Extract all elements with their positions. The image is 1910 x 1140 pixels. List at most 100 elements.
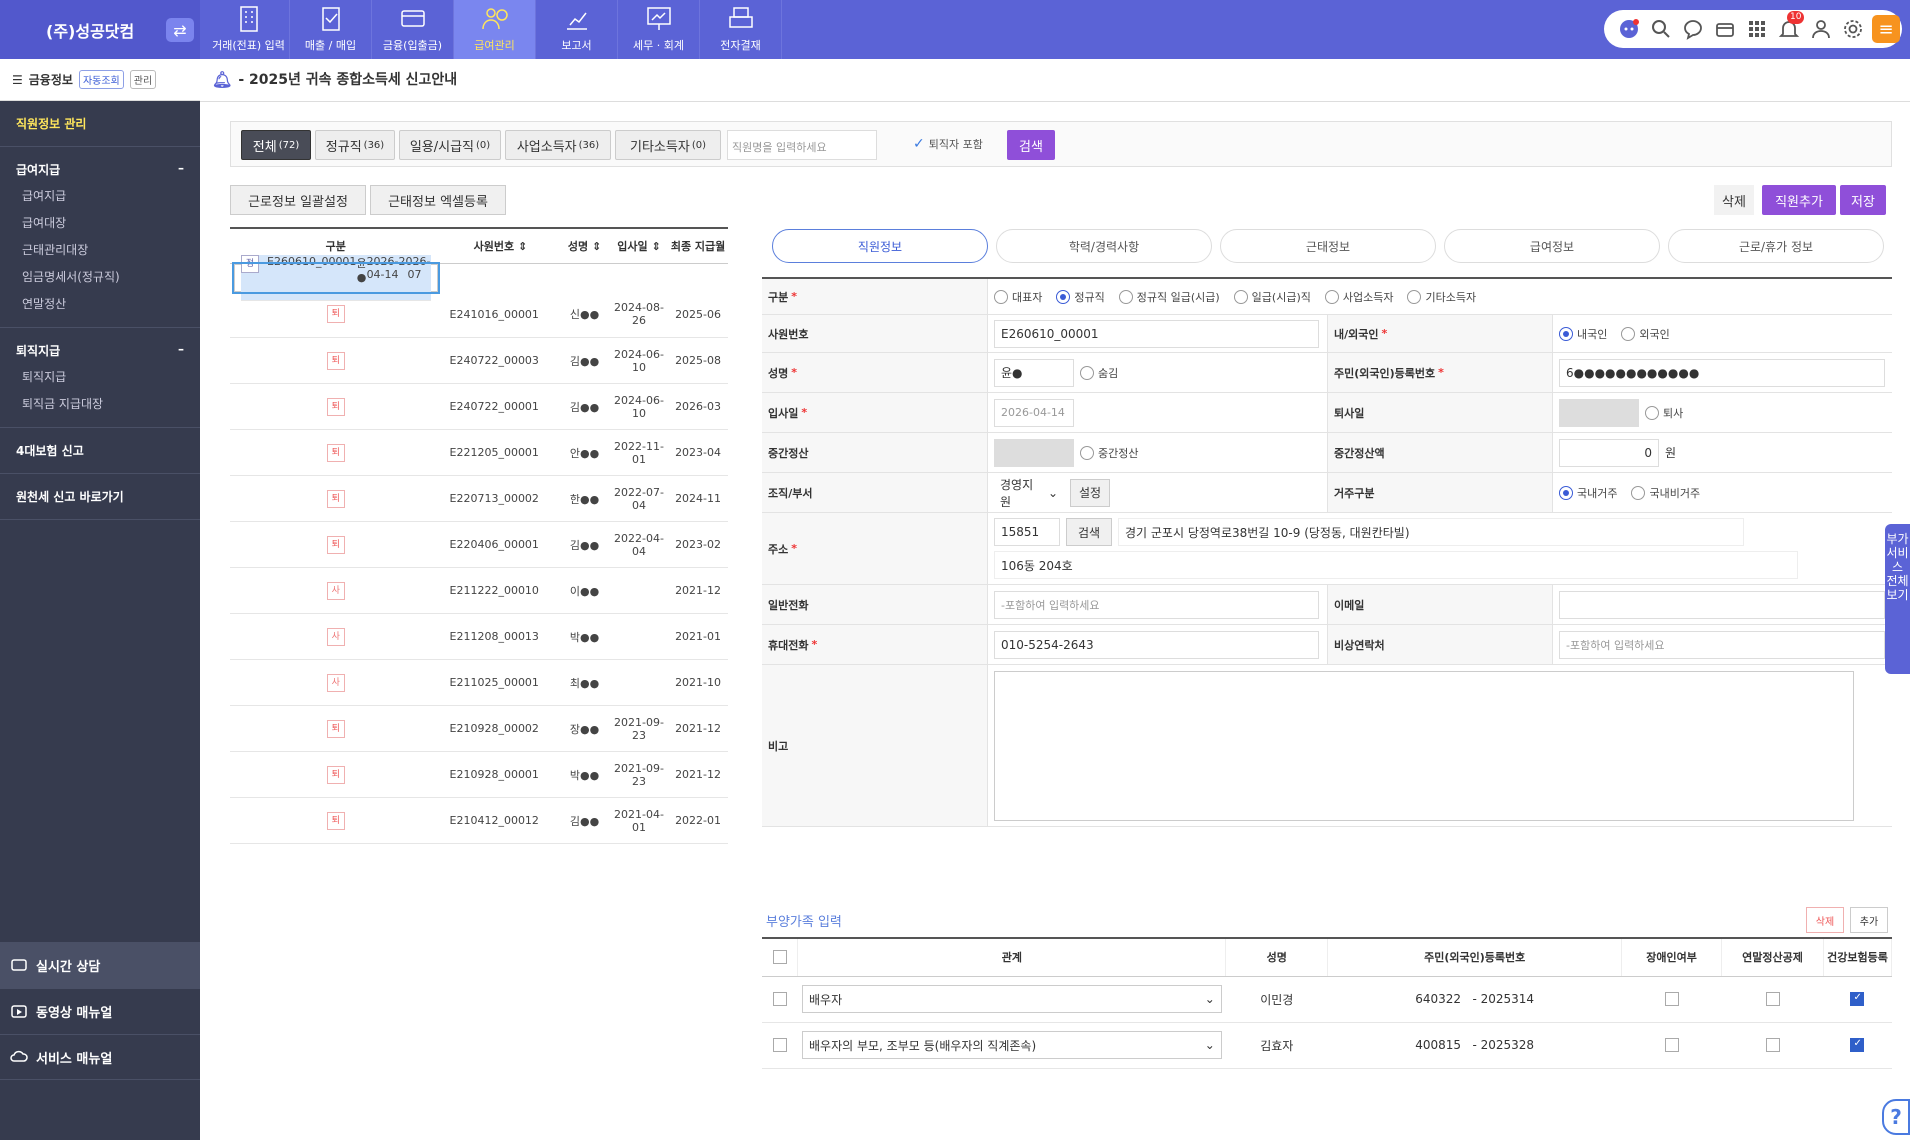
disabled-checkbox[interactable] xyxy=(1664,992,1679,1007)
health-insurance-checkbox[interactable] xyxy=(1850,1038,1865,1053)
sidebar-item[interactable]: 급여대장 xyxy=(0,209,200,236)
sidebar-section-title[interactable]: 급여지급 – xyxy=(0,157,200,182)
email-field[interactable] xyxy=(1559,590,1885,619)
sidebar-item[interactable]: 급여지급 xyxy=(0,182,200,209)
col-name[interactable]: 성명 ⇕ xyxy=(559,228,610,264)
row-checkbox[interactable] xyxy=(772,992,787,1007)
sidebar-section-title[interactable]: 퇴직지급 – xyxy=(0,338,200,363)
table-row[interactable]: 퇴 E240722_00001 김●● 2024-06-10 2026-03 xyxy=(230,383,728,430)
menu-reports[interactable]: 보고서 xyxy=(536,0,618,59)
menu-transactions[interactable]: 거래(전표) 입력 xyxy=(208,0,290,59)
table-row[interactable]: 정 E260610_00001 윤● 2026-04-14 2026-07 xyxy=(232,254,440,301)
type-radio-business[interactable]: 사업소득자 xyxy=(1324,289,1393,305)
address-field[interactable]: 경기 군포시 당정역로38번길 10-9 (당정동, 대원칸타빌) xyxy=(1118,518,1744,546)
mobile-field[interactable]: 010-5254-2643 xyxy=(994,630,1319,659)
user-icon[interactable] xyxy=(1808,17,1833,42)
filter-tab-daily[interactable]: 일용/시급직 (0) xyxy=(399,130,501,160)
residence-radio-nonresident[interactable]: 국내비거주 xyxy=(1631,485,1700,501)
collapse-icon[interactable]: – xyxy=(178,161,184,178)
sidebar-item[interactable]: 근태관리대장 xyxy=(0,236,200,263)
manage-button[interactable]: 관리 xyxy=(129,70,157,89)
dependent-name[interactable]: 이민경 xyxy=(1225,976,1328,1023)
filter-tab-other[interactable]: 기타소득자 (0) xyxy=(615,130,721,160)
rrn-back[interactable]: 2025328 xyxy=(1481,1038,1534,1052)
delete-button[interactable]: 삭제 xyxy=(1714,185,1754,215)
select-all-checkbox[interactable] xyxy=(772,950,787,965)
include-retired-checkbox[interactable]: ✓ 퇴직자 포함 xyxy=(913,136,983,152)
rrn-front[interactable]: 640322 xyxy=(1415,992,1461,1006)
table-row[interactable]: 사 E211025_00001 최●● 2021-10 xyxy=(230,659,728,706)
sort-icon[interactable]: ⇕ xyxy=(592,240,601,253)
sidebar-item[interactable]: 퇴직지급 xyxy=(0,363,200,390)
tab-salary[interactable]: 급여정보 xyxy=(1444,229,1660,263)
table-row[interactable]: 퇴 E221205_00001 안●● 2022-11-01 2023-04 xyxy=(230,429,728,476)
relation-select[interactable]: 배우자 ⌄ xyxy=(801,985,1222,1013)
nation-radio-foreign[interactable]: 외국인 xyxy=(1621,326,1670,342)
swap-icon[interactable]: ⇄ xyxy=(166,18,194,42)
search-button[interactable]: 검색 xyxy=(1007,130,1055,160)
live-chat-button[interactable]: 실시간 상담 xyxy=(0,942,200,988)
phone-field[interactable]: -포함하여 입력하세요 xyxy=(994,590,1319,619)
search-icon[interactable] xyxy=(1648,17,1673,42)
deduction-checkbox[interactable] xyxy=(1765,1038,1780,1053)
service-manual-button[interactable]: 서비스 매뉴얼 xyxy=(0,1034,200,1080)
sidebar-item-withholding[interactable]: 원천세 신고 바로가기 xyxy=(0,484,200,509)
auto-lookup-button[interactable]: 자동조회 xyxy=(78,70,124,89)
address-detail-field[interactable]: 106동 204호 xyxy=(994,551,1798,579)
table-row[interactable]: 퇴 E220713_00002 한●● 2022-07-04 2024-11 xyxy=(230,475,728,522)
dependent-delete-button[interactable]: 삭제 xyxy=(1806,907,1844,933)
excel-upload-button[interactable]: 근태정보 엑셀등록 xyxy=(370,185,506,215)
gear-icon[interactable] xyxy=(1840,17,1865,42)
emergency-contact-field[interactable]: -포함하여 입력하세요 xyxy=(1559,630,1885,659)
relation-select[interactable]: 배우자의 부모, 조부모 등(배우자의 직계존속) ⌄ xyxy=(801,1031,1222,1059)
save-button[interactable]: 저장 xyxy=(1840,185,1886,215)
type-radio-daily[interactable]: 일급(시급)직 xyxy=(1233,289,1311,305)
sidebar-item[interactable]: 임금명세서(정규직) xyxy=(0,263,200,290)
hamburger-menu-icon[interactable]: ≡ xyxy=(1872,15,1900,43)
memo-textarea[interactable] xyxy=(994,670,1854,821)
sort-icon[interactable]: ⇕ xyxy=(651,240,660,253)
table-row[interactable]: 퇴 E210928_00001 박●● 2021-09-23 2021-12 xyxy=(230,751,728,798)
dept-setting-button[interactable]: 설정 xyxy=(1070,478,1110,507)
disabled-checkbox[interactable] xyxy=(1664,1038,1679,1053)
chatbot-icon[interactable] xyxy=(1616,17,1641,42)
sort-icon[interactable]: ⇕ xyxy=(518,240,527,253)
name-field[interactable]: 윤● xyxy=(994,358,1074,387)
health-insurance-checkbox[interactable] xyxy=(1850,992,1865,1007)
chat-icon[interactable] xyxy=(1680,17,1705,42)
apps-grid-icon[interactable] xyxy=(1744,17,1769,42)
menu-tax-accounting[interactable]: 세무 · 회계 xyxy=(618,0,700,59)
rrn-back[interactable]: 2025314 xyxy=(1481,992,1534,1006)
table-row[interactable]: 퇴 E220406_00001 김●● 2022-04-04 2023-02 xyxy=(230,521,728,568)
employee-search-input[interactable]: 직원명을 입력하세요 xyxy=(727,130,877,160)
leave-date-field[interactable] xyxy=(1559,398,1639,427)
bell-icon[interactable]: 10 xyxy=(1776,10,1805,42)
dependent-name[interactable]: 김효자 xyxy=(1225,1022,1328,1069)
mid-settle-amount-field[interactable]: 0 xyxy=(1559,438,1659,467)
sidebar-item-insurance[interactable]: 4대보험 신고 xyxy=(0,438,200,463)
join-date-field[interactable]: 2026-04-14 xyxy=(994,398,1074,427)
filter-tab-business[interactable]: 사업소득자 (36) xyxy=(505,130,611,160)
type-radio-ceo[interactable]: 대표자 xyxy=(994,289,1042,305)
leave-radio[interactable]: 퇴사 xyxy=(1645,405,1683,421)
menu-sales-purchase[interactable]: 매출 / 매입 xyxy=(290,0,372,59)
filter-tab-all[interactable]: 전체 (72) xyxy=(241,130,311,160)
rrn-field[interactable]: 6●●●●●●●●●●●● xyxy=(1559,358,1885,387)
mid-settle-date-field[interactable] xyxy=(994,438,1074,467)
sidebar-item[interactable]: 퇴직금 지급대장 xyxy=(0,390,200,417)
table-row[interactable]: 사 E211208_00013 박●● 2021-01 xyxy=(230,613,728,660)
sidebar-item-employee-info[interactable]: 직원정보 관리 xyxy=(0,111,200,136)
table-row[interactable]: 퇴 E240722_00003 김●● 2024-06-10 2025-08 xyxy=(230,337,728,384)
tab-employee-info[interactable]: 직원정보 xyxy=(772,229,988,263)
rrn-front[interactable]: 400815 xyxy=(1415,1038,1461,1052)
hide-radio[interactable]: 숨김 xyxy=(1080,365,1118,381)
deduction-checkbox[interactable] xyxy=(1765,992,1780,1007)
type-radio-regular-daily[interactable]: 정규직 일급(시급) xyxy=(1118,289,1220,305)
tab-education[interactable]: 학력/경력사항 xyxy=(996,229,1212,263)
help-icon[interactable]: ? xyxy=(1882,1099,1910,1135)
residence-radio-domestic[interactable]: 국내거주 xyxy=(1559,485,1617,501)
table-row[interactable]: 퇴 E210928_00002 장●● 2021-09-23 2021-12 xyxy=(230,705,728,752)
col-join[interactable]: 입사일 ⇕ xyxy=(609,228,669,264)
dept-select[interactable]: 경영지원 ⌄ xyxy=(994,478,1064,509)
zipcode-field[interactable]: 15851 xyxy=(994,518,1060,546)
